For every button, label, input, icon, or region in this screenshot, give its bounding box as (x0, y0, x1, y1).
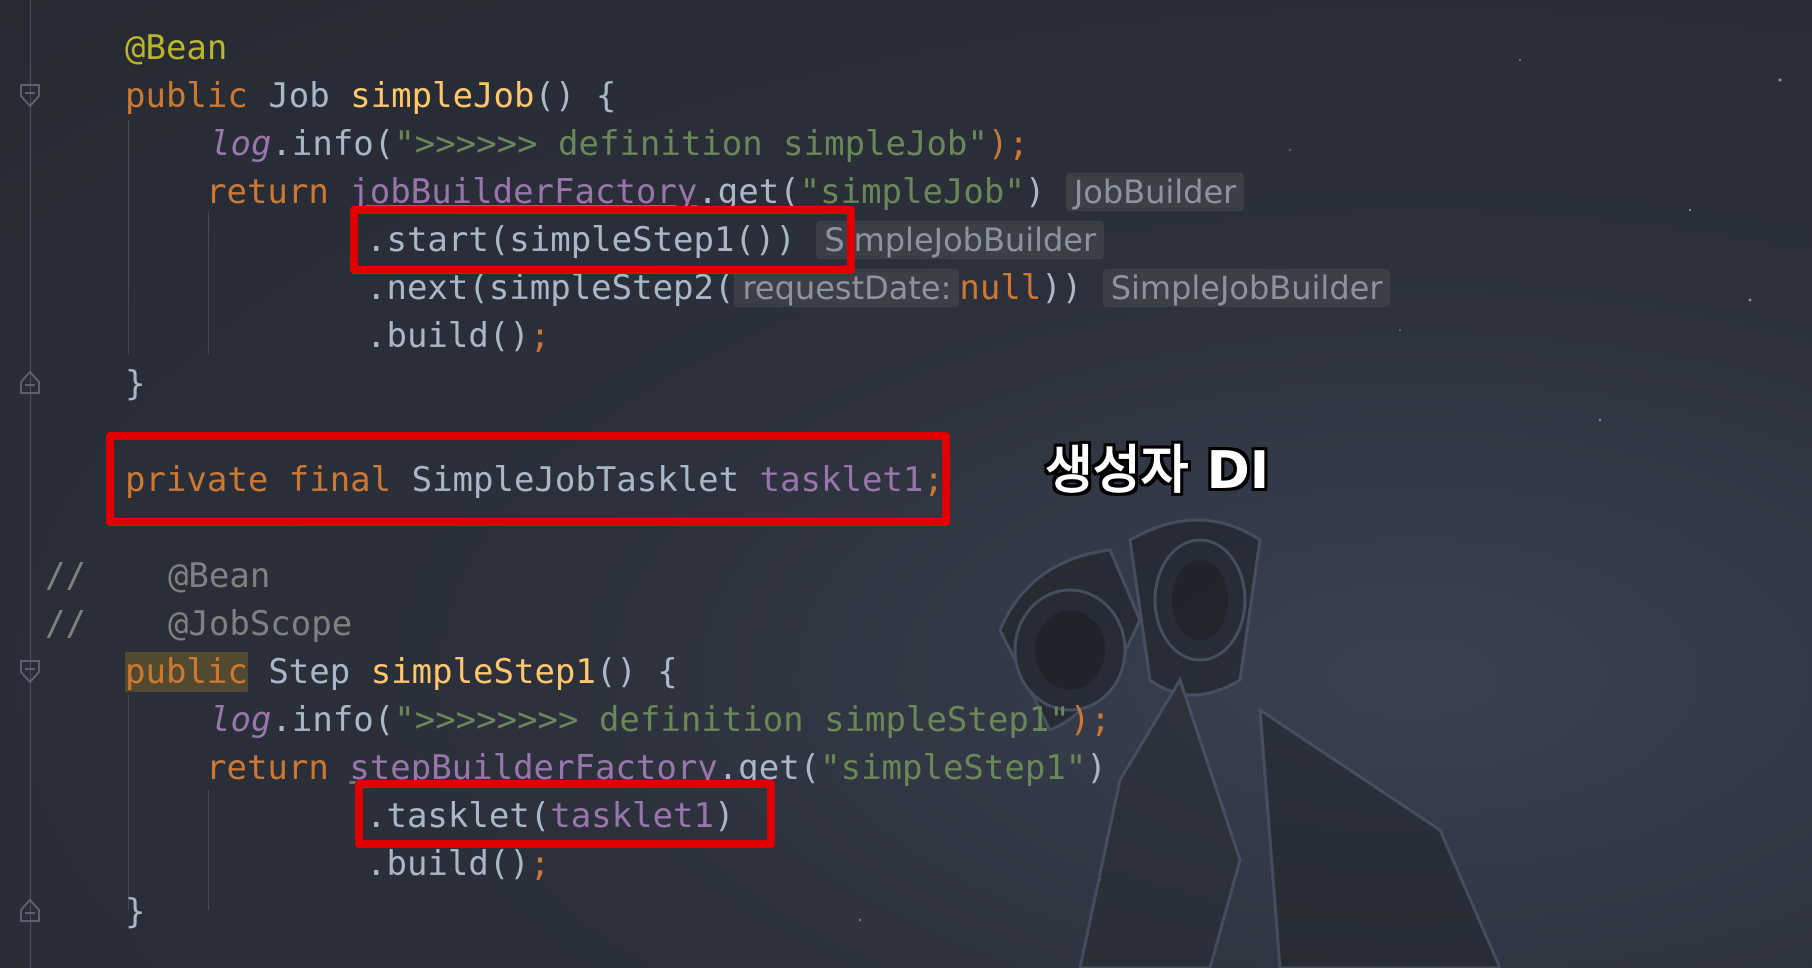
highlight-box-start (350, 206, 855, 274)
code-line: log.info(">>>>>> definition simpleJob"); (210, 124, 1029, 164)
code-line: public Step simpleStep1() { (125, 652, 678, 692)
highlight-box-tasklet (355, 780, 775, 848)
code-line: //@Bean (45, 556, 271, 596)
editor-gutter (30, 0, 31, 968)
indent-guide (128, 120, 129, 355)
indent-guide (208, 212, 209, 355)
caption-label: 생성자 DI (1045, 441, 1270, 501)
parameter-hint: requestDate: (734, 269, 960, 307)
code-line: @Bean (125, 28, 228, 68)
code-line: public Job simpleJob() { (125, 76, 617, 116)
type-hint: JobBuilder (1065, 173, 1245, 211)
fold-toggle-icon[interactable] (20, 370, 40, 394)
code-line: } (125, 892, 146, 932)
type-hint: SimpleJobBuilder (816, 221, 1105, 259)
highlight-box-field (106, 432, 950, 526)
code-line: log.info(">>>>>>>> definition simpleStep… (210, 700, 1111, 740)
code-line: .build(); (366, 316, 551, 356)
indent-guide (128, 695, 129, 910)
fold-toggle-icon[interactable] (20, 84, 40, 108)
fold-toggle-icon[interactable] (20, 660, 40, 684)
code-line: //@JobScope (45, 604, 353, 644)
fold-toggle-icon[interactable] (20, 898, 40, 922)
code-line: } (125, 364, 146, 404)
indent-guide (208, 790, 209, 910)
type-hint: SimpleJobBuilder (1102, 269, 1391, 307)
